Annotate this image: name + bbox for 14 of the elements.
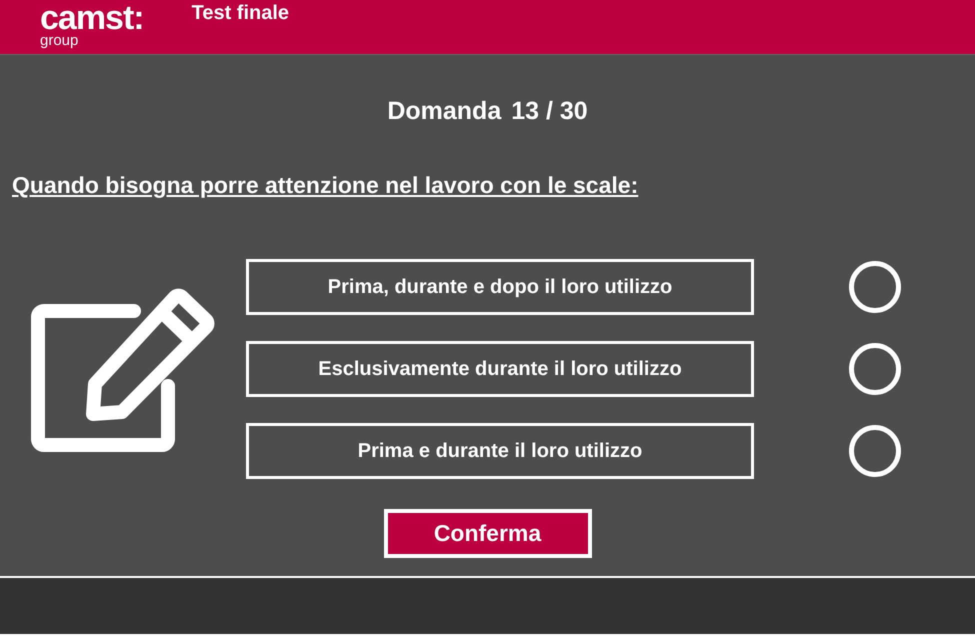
edit-icon (30, 286, 217, 452)
radio-button[interactable] (849, 425, 901, 477)
logo-subtitle: group (40, 32, 80, 49)
logo-text: camst: (40, 1, 144, 35)
answer-option[interactable]: Prima, durante e dopo il loro utilizzo (246, 259, 754, 315)
question-counter: 13 / 30 (511, 97, 588, 126)
answer-option[interactable]: Prima e durante il loro utilizzo (246, 423, 754, 479)
page-title: Test finale (192, 2, 290, 24)
answer-option[interactable]: Esclusivamente durante il loro utilizzo (246, 341, 754, 397)
radio-button[interactable] (849, 261, 901, 313)
question-text: Quando bisogna porre attenzione nel lavoro con le scale: (12, 172, 640, 199)
radio-button[interactable] (849, 343, 901, 395)
question-label: Domanda (387, 97, 502, 126)
confirm-button[interactable]: Conferma (384, 509, 592, 558)
